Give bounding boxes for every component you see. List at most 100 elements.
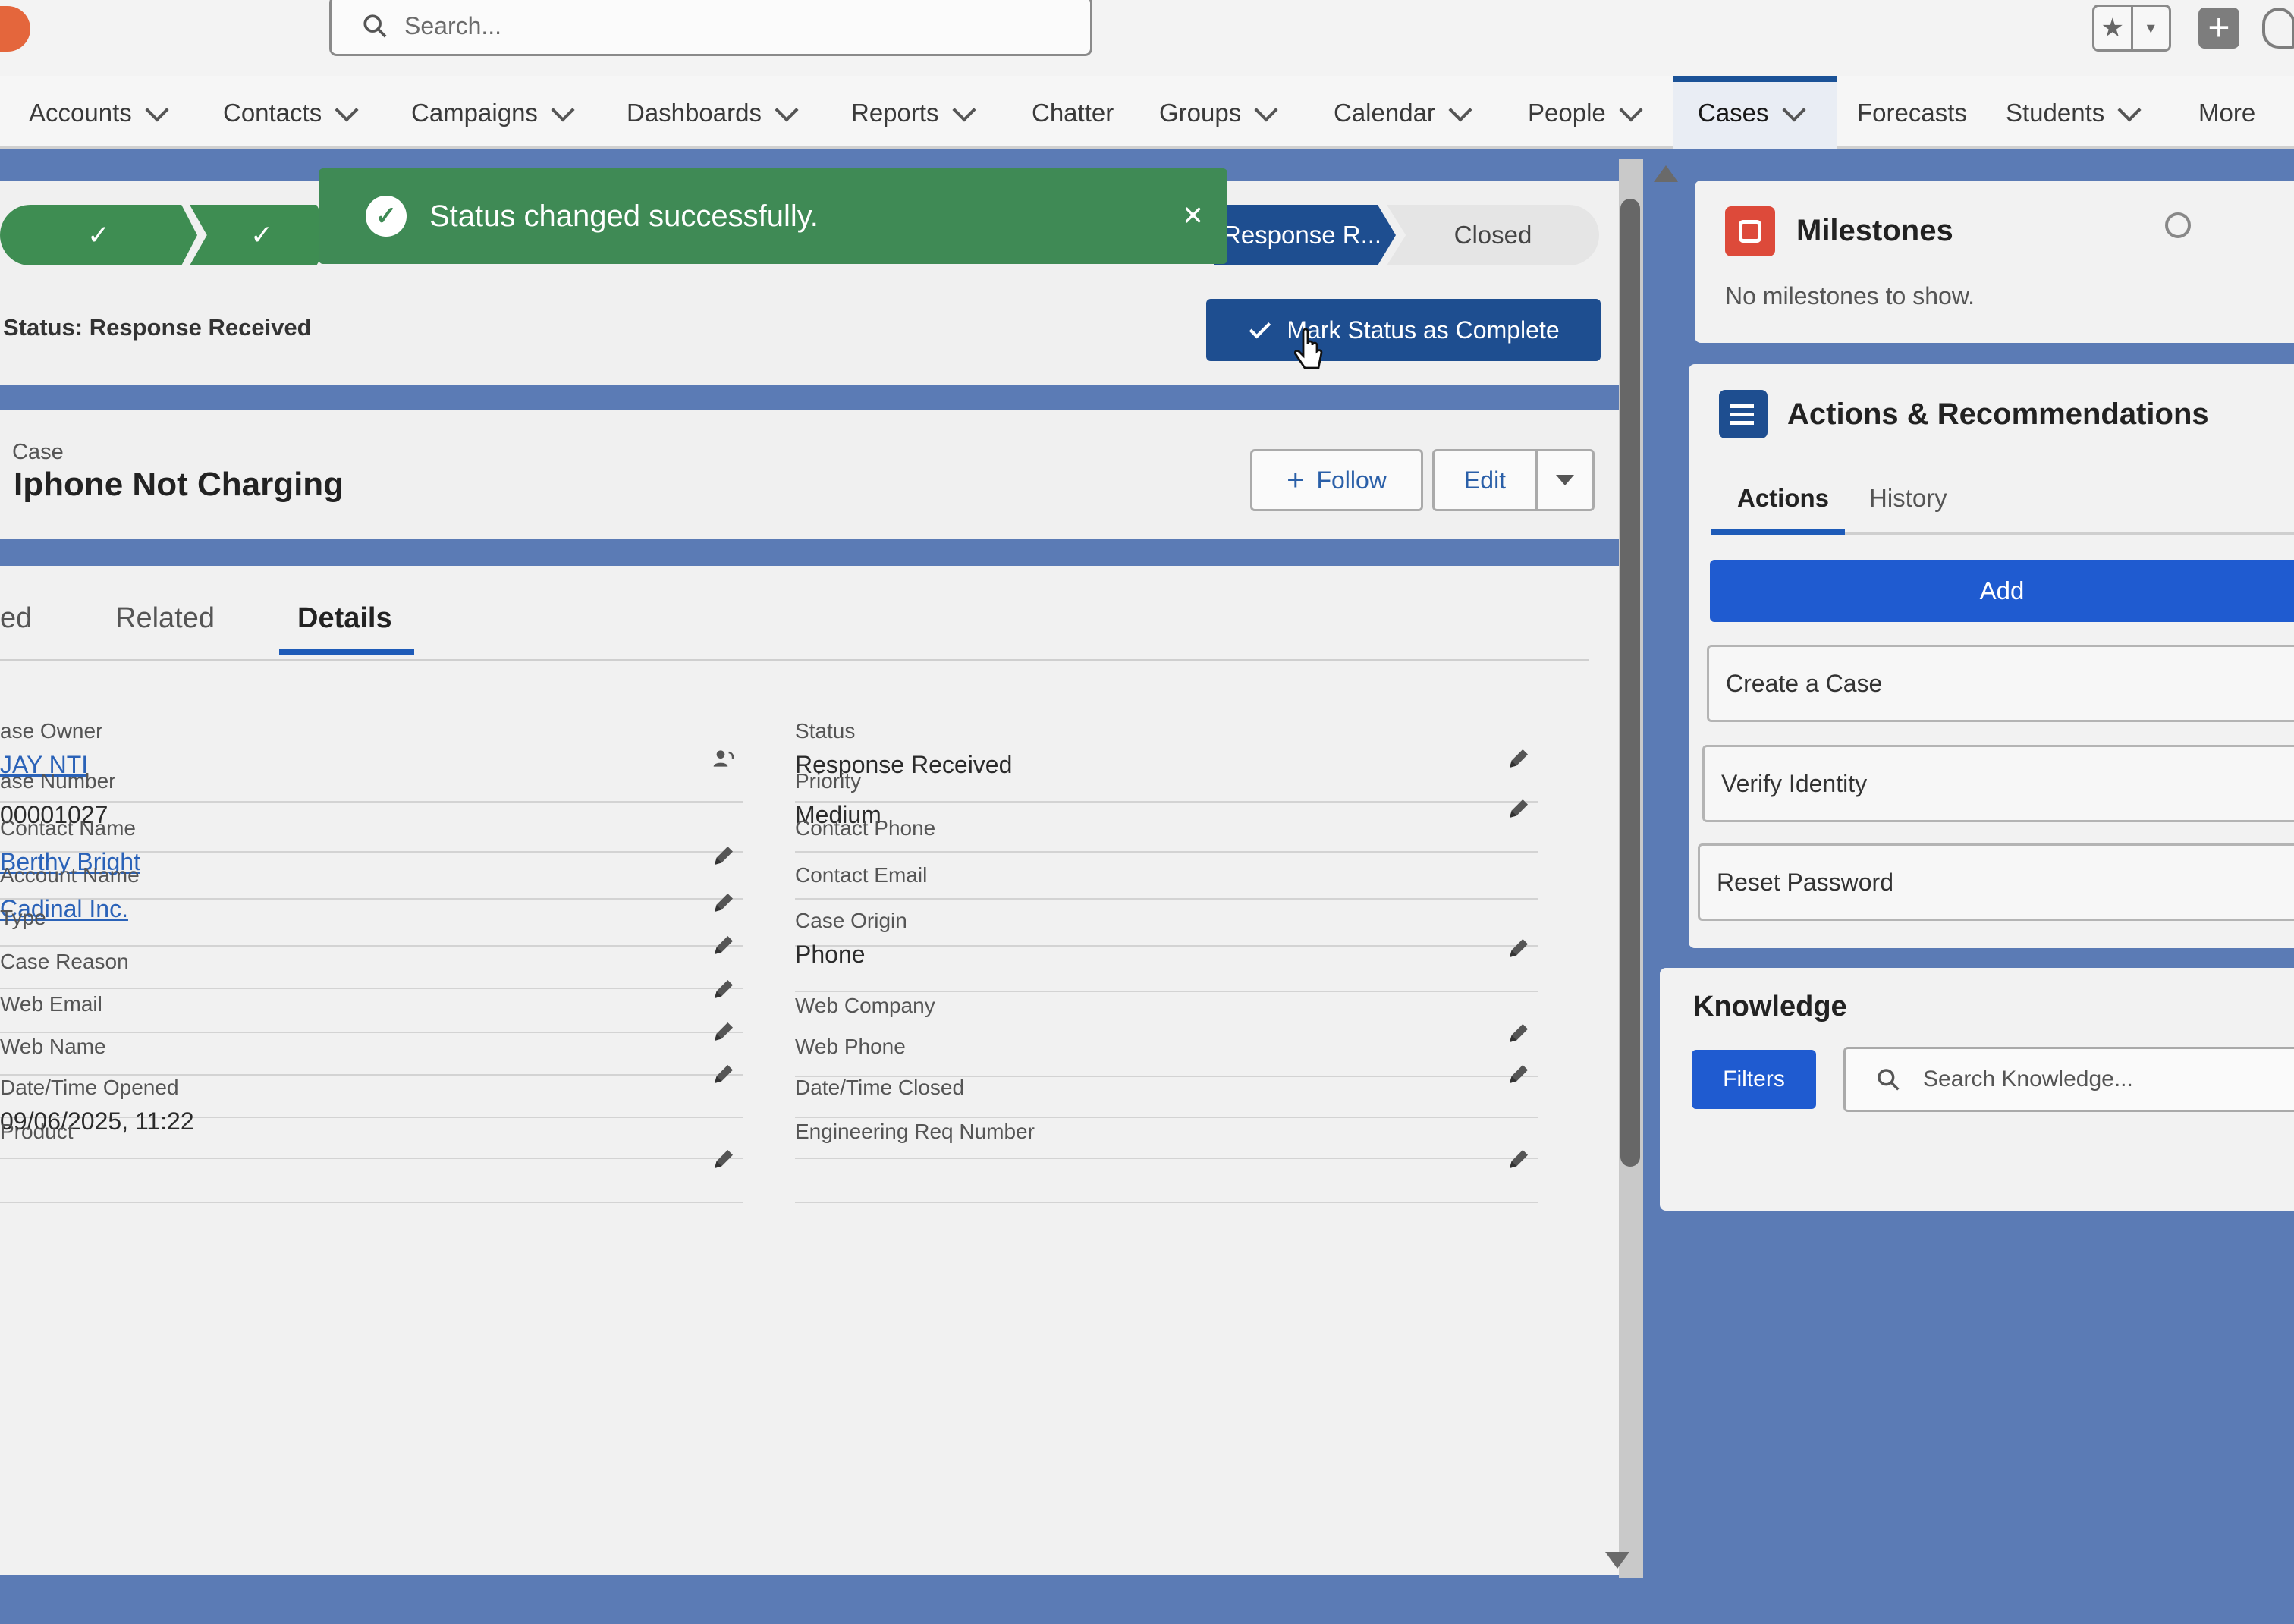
change-owner-icon[interactable] (712, 746, 736, 771)
tab-actions[interactable]: Actions (1737, 484, 1829, 513)
actions-recommendations-card: Actions & Recommendations Actions Histor… (1689, 364, 2294, 948)
milestones-card: Milestones No milestones to show. (1695, 181, 2294, 343)
nav-item-chatter[interactable]: Chatter (1032, 99, 1114, 144)
field-label: Account Name (0, 863, 140, 887)
pencil-edit-icon[interactable] (1507, 746, 1531, 771)
scroll-down-arrow-icon[interactable] (1605, 1552, 1629, 1569)
knowledge-filters-button[interactable]: Filters (1692, 1050, 1816, 1109)
chevron-down-icon[interactable] (551, 98, 575, 122)
field-label: Contact Email (795, 863, 928, 887)
nav-item-campaigns[interactable]: Campaigns (411, 98, 575, 144)
app-logo[interactable] (0, 6, 30, 52)
check-icon: ✓ (250, 219, 274, 250)
close-icon[interactable]: × (1183, 194, 1203, 235)
pencil-edit-icon[interactable] (1507, 936, 1531, 960)
record-title: Iphone Not Charging (14, 466, 344, 503)
field-label: Web Email (0, 992, 102, 1016)
milestones-empty-text: No milestones to show. (1725, 282, 1975, 309)
hand-cursor-icon (1294, 328, 1323, 369)
chevron-down-icon[interactable] (335, 98, 359, 122)
nav-item-students[interactable]: Students (2006, 98, 2142, 144)
nav-item-calendar[interactable]: Calendar (1334, 98, 1472, 144)
nav-item-contacts[interactable]: Contacts (223, 98, 359, 144)
chevron-down-icon[interactable] (1448, 98, 1472, 122)
edit-button[interactable]: Edit (1435, 451, 1538, 509)
global-search-input[interactable]: Search... (329, 0, 1092, 56)
record-type-label: Case (12, 440, 64, 464)
check-icon: ✓ (86, 219, 111, 250)
nav-item-label: Forecasts (1857, 99, 1967, 127)
action-verify-identity[interactable]: Verify Identity (1702, 745, 2294, 822)
pencil-edit-icon[interactable] (712, 1147, 736, 1171)
add-action-button[interactable]: Add (1710, 560, 2294, 622)
field-label: Type (0, 906, 46, 929)
chevron-down-icon[interactable] (1254, 98, 1278, 122)
status-label: Status: (3, 314, 83, 341)
nav-item-reports[interactable]: Reports (851, 98, 976, 144)
mark-status-complete-button[interactable]: Mark Status as Complete (1206, 299, 1601, 361)
field-label: ase Number (0, 769, 116, 793)
path-stage-closed-label: Closed (1453, 221, 1532, 249)
path-status-text: Status: Response Received (3, 314, 312, 341)
nav-item-accounts[interactable]: Accounts (29, 98, 169, 144)
tab-history[interactable]: History (1869, 484, 1947, 513)
nav-item-people[interactable]: People (1528, 98, 1643, 144)
nav-item-more[interactable]: More (2198, 99, 2255, 144)
nav-item-forecasts[interactable]: Forecasts (1857, 99, 1967, 144)
actions-tab-active-indicator (1711, 529, 1845, 535)
star-icon[interactable]: ★ (2094, 7, 2131, 49)
path-stage-completed-2[interactable]: ✓ (190, 205, 334, 265)
refresh-icon[interactable] (2165, 212, 2191, 238)
nav-item-dashboards[interactable]: Dashboards (627, 98, 799, 144)
chevron-down-icon[interactable] (952, 98, 976, 122)
pencil-edit-icon[interactable] (1507, 1147, 1531, 1171)
global-header: Search... ★ ▾ + (0, 0, 2294, 76)
chevron-down-icon[interactable] (775, 98, 799, 122)
edit-button-group: Edit (1432, 449, 1595, 511)
tab-feed[interactable]: ed (0, 602, 32, 635)
action-reset-password[interactable]: Reset Password (1698, 843, 2294, 921)
nav-item-label: Dashboards (627, 99, 762, 127)
field-label: Engineering Req Number (795, 1120, 1035, 1143)
assistant-icon[interactable] (2262, 8, 2294, 49)
follow-button[interactable]: + Follow (1250, 449, 1423, 511)
path-stage-closed[interactable]: Closed (1387, 205, 1599, 265)
chevron-down-icon[interactable] (1619, 98, 1643, 122)
field-product: Product (0, 1120, 743, 1203)
search-icon (363, 14, 387, 38)
nav-item-groups[interactable]: Groups (1159, 98, 1278, 144)
favorites-dropdown-icon[interactable]: ▾ (2130, 7, 2170, 49)
nav-item-label: Students (2006, 99, 2105, 127)
tab-details[interactable]: Details (297, 602, 392, 635)
tab-related[interactable]: Related (115, 602, 215, 635)
plus-icon: + (1287, 463, 1305, 497)
global-create-button[interactable]: + (2198, 8, 2239, 49)
more-actions-dropdown[interactable] (1538, 451, 1592, 509)
record-highlights: Case Iphone Not Charging + Follow Edit (0, 410, 1628, 539)
field-label: Web Phone (795, 1035, 906, 1058)
nav-item-label: Groups (1159, 99, 1242, 127)
action-create-case[interactable]: Create a Case (1707, 645, 2294, 722)
nav-item-label: Reports (851, 99, 939, 127)
nav-item-label: Contacts (223, 99, 322, 127)
path-stage-current-label: Response R... (1223, 221, 1382, 249)
actions-title: Actions & Recommendations (1787, 397, 2209, 431)
path-stage-current[interactable]: Response R... (1214, 205, 1396, 265)
knowledge-search-input[interactable]: Search Knowledge... (1843, 1047, 2294, 1112)
field-label: Web Name (0, 1035, 106, 1058)
main-scrollbar-thumb[interactable] (1620, 199, 1640, 1167)
scroll-up-arrow-icon[interactable] (1654, 165, 1678, 182)
field-label: Status (795, 719, 856, 743)
field-value: Phone (795, 941, 866, 968)
chevron-down-icon[interactable] (145, 98, 169, 122)
knowledge-title: Knowledge (1693, 991, 1847, 1022)
details-card: ed Related Details ase Owner JAY NTI ase N… (0, 566, 1622, 1575)
success-toast: ✓ Status changed successfully. × (319, 168, 1227, 264)
chevron-down-icon[interactable] (2117, 98, 2142, 122)
nav-item-cases[interactable]: Cases (1698, 98, 1806, 144)
nav-item-label: Cases (1698, 99, 1769, 127)
nav-item-label: Chatter (1032, 99, 1114, 127)
tab-active-indicator (279, 649, 414, 655)
path-stage-completed-1[interactable]: ✓ (0, 205, 197, 265)
chevron-down-icon[interactable] (1781, 98, 1806, 122)
